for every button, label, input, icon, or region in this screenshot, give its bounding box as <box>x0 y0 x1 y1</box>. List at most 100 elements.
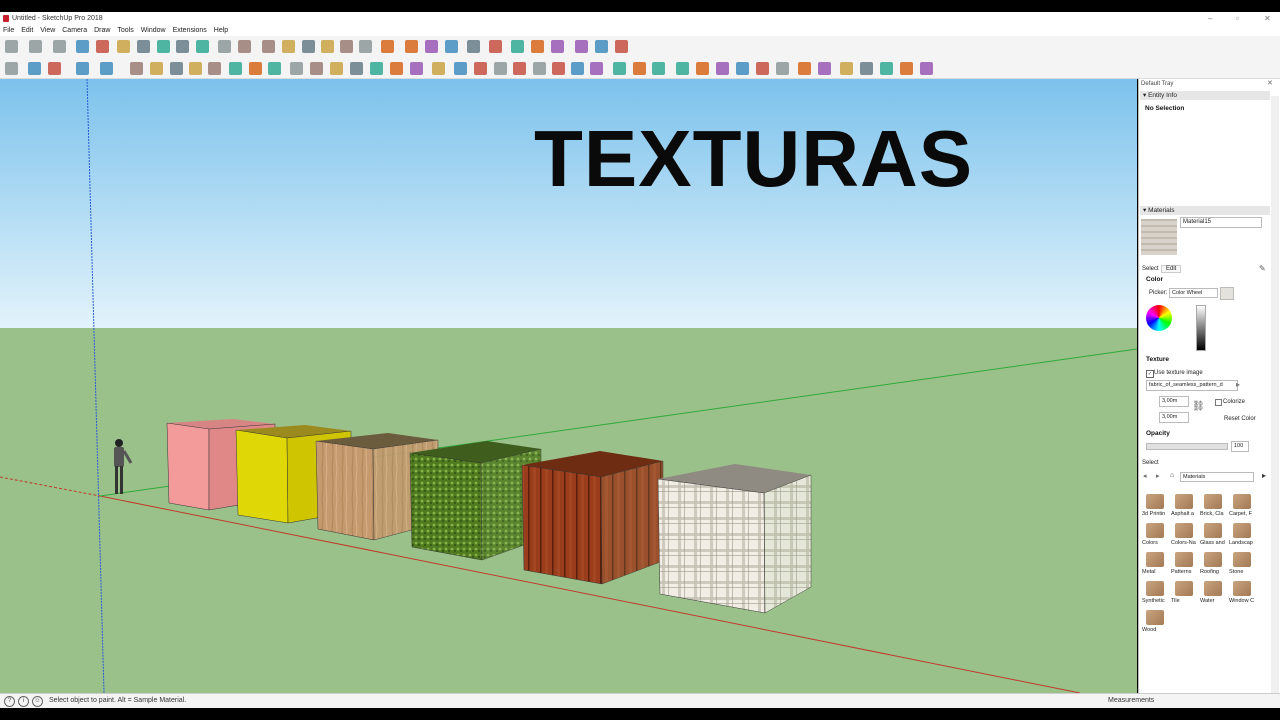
reset-color-button[interactable]: Reset Color <box>1224 416 1256 422</box>
color-swatch[interactable] <box>1220 287 1234 300</box>
toolbar-tool-r2-30-icon[interactable] <box>613 62 626 75</box>
menu-camera[interactable]: Camera <box>62 25 87 36</box>
toolbar-tool-r2-36-icon[interactable] <box>736 62 749 75</box>
toolbar-tool-r2-33-icon[interactable] <box>676 62 689 75</box>
toolbar-tool-r2-21-icon[interactable] <box>432 62 445 75</box>
brightness-slider[interactable] <box>1196 305 1206 351</box>
toolbar-tool-r2-28-icon[interactable] <box>571 62 584 75</box>
library-item[interactable]: Glass and <box>1199 522 1226 549</box>
toolbar-tool-r2-10-icon[interactable] <box>208 62 221 75</box>
toolbar-tool-23-icon[interactable] <box>467 40 480 53</box>
toolbar-tool-r2-23-icon[interactable] <box>474 62 487 75</box>
toolbar-tool-4-icon[interactable] <box>76 40 89 53</box>
toolbar-tool-r2-19-icon[interactable] <box>390 62 403 75</box>
forward-arrow-icon[interactable]: ▸ <box>1156 472 1160 480</box>
colorize-checkbox[interactable] <box>1215 399 1222 406</box>
texture-width-field[interactable]: 3,00m <box>1159 396 1189 407</box>
toolbar-tool-r2-29-icon[interactable] <box>590 62 603 75</box>
toolbar-tool-r2-41-icon[interactable] <box>840 62 853 75</box>
toolbar-tool-r2-35-icon[interactable] <box>716 62 729 75</box>
toolbar-tool-r2-45-icon[interactable] <box>920 62 933 75</box>
toolbar-tool-9-icon[interactable] <box>176 40 189 53</box>
toolbar-tool-29-icon[interactable] <box>595 40 608 53</box>
toolbar-tool-24-icon[interactable] <box>489 40 502 53</box>
menu-edit[interactable]: Edit <box>21 25 33 36</box>
opacity-slider[interactable] <box>1146 443 1228 450</box>
toolbar-tool-10-icon[interactable] <box>196 40 209 53</box>
library-item[interactable]: Colors-Na <box>1170 522 1197 549</box>
toolbar-tool-r2-12-icon[interactable] <box>249 62 262 75</box>
toolbar-tool-r2-42-icon[interactable] <box>860 62 873 75</box>
toolbar-tool-8-icon[interactable] <box>157 40 170 53</box>
link-aspect-icon[interactable]: ⛓ <box>1192 401 1205 412</box>
library-item[interactable]: Landscap <box>1228 522 1255 549</box>
toolbar-tool-12-icon[interactable] <box>238 40 251 53</box>
tab-edit[interactable]: Edit <box>1161 265 1182 273</box>
toolbar-tool-r2-44-icon[interactable] <box>900 62 913 75</box>
toolbar-tool-r2-1-icon[interactable] <box>5 62 18 75</box>
toolbar-tool-18-icon[interactable] <box>359 40 372 53</box>
toolbar-tool-28-icon[interactable] <box>575 40 588 53</box>
toolbar-tool-r2-9-icon[interactable] <box>189 62 202 75</box>
library-item[interactable]: Patterns <box>1170 551 1197 578</box>
toolbar-tool-5-icon[interactable] <box>96 40 109 53</box>
toolbar-tool-19-icon[interactable] <box>381 40 394 53</box>
modeling-viewport[interactable]: TEXTURAS <box>0 79 1137 693</box>
toolbar-tool-20-icon[interactable] <box>405 40 418 53</box>
toolbar-tool-r2-3-icon[interactable] <box>48 62 61 75</box>
toolbar-tool-r2-27-icon[interactable] <box>552 62 565 75</box>
library-item[interactable]: Carpet, F <box>1228 493 1255 520</box>
toolbar-tool-r2-39-icon[interactable] <box>798 62 811 75</box>
menu-window[interactable]: Window <box>141 25 166 36</box>
library-item[interactable]: Wood <box>1141 609 1168 636</box>
toolbar-tool-25-icon[interactable] <box>511 40 524 53</box>
library-item[interactable]: Synthetic <box>1141 580 1168 607</box>
toolbar-tool-r2-38-icon[interactable] <box>776 62 789 75</box>
toolbar-tool-r2-40-icon[interactable] <box>818 62 831 75</box>
toolbar-tool-r2-17-icon[interactable] <box>350 62 363 75</box>
back-arrow-icon[interactable]: ◂ <box>1143 472 1147 480</box>
menu-tools[interactable]: Tools <box>117 25 133 36</box>
toolbar-tool-21-icon[interactable] <box>425 40 438 53</box>
toolbar-tool-r2-6-icon[interactable] <box>130 62 143 75</box>
entity-info-header[interactable]: ▾ Entity Info <box>1140 91 1270 100</box>
toolbar-tool-r2-24-icon[interactable] <box>494 62 507 75</box>
toolbar-tool-r2-25-icon[interactable] <box>513 62 526 75</box>
home-icon[interactable]: ⌂ <box>1170 472 1174 479</box>
library-item[interactable]: Water <box>1199 580 1226 607</box>
toolbar-tool-26-icon[interactable] <box>531 40 544 53</box>
toolbar-tool-2-icon[interactable] <box>29 40 42 53</box>
toolbar-tool-3-icon[interactable] <box>53 40 66 53</box>
toolbar-tool-r2-26-icon[interactable] <box>533 62 546 75</box>
toolbar-tool-27-icon[interactable] <box>551 40 564 53</box>
toolbar-tool-30-icon[interactable] <box>615 40 628 53</box>
toolbar-tool-r2-14-icon[interactable] <box>290 62 303 75</box>
toolbar-tool-15-icon[interactable] <box>302 40 315 53</box>
details-arrow-icon[interactable]: ▸ <box>1262 471 1266 480</box>
toolbar-tool-16-icon[interactable] <box>321 40 334 53</box>
toolbar-tool-22-icon[interactable] <box>445 40 458 53</box>
library-item[interactable]: Colors <box>1141 522 1168 549</box>
toolbar-tool-6-icon[interactable] <box>117 40 130 53</box>
eyedropper-icon[interactable]: ✎ <box>1259 264 1266 273</box>
library-item[interactable]: 3d Printin <box>1141 493 1168 520</box>
toolbar-tool-r2-34-icon[interactable] <box>696 62 709 75</box>
toolbar-tool-r2-37-icon[interactable] <box>756 62 769 75</box>
toolbar-tool-r2-2-icon[interactable] <box>28 62 41 75</box>
use-texture-checkbox[interactable]: ✓ <box>1146 370 1154 378</box>
toolbar-tool-r2-8-icon[interactable] <box>170 62 183 75</box>
toolbar-tool-r2-7-icon[interactable] <box>150 62 163 75</box>
toolbar-tool-r2-16-icon[interactable] <box>330 62 343 75</box>
info-icon[interactable]: i <box>18 696 29 707</box>
toolbar-tool-r2-31-icon[interactable] <box>633 62 646 75</box>
close-icon[interactable]: ✕ <box>1264 14 1271 23</box>
toolbar-tool-13-icon[interactable] <box>262 40 275 53</box>
maximize-icon[interactable]: ▫ <box>1236 14 1239 23</box>
toolbar-tool-r2-5-icon[interactable] <box>100 62 113 75</box>
collection-select[interactable]: Materials <box>1180 472 1254 482</box>
toolbar-tool-r2-20-icon[interactable] <box>410 62 423 75</box>
library-item[interactable]: Tile <box>1170 580 1197 607</box>
tray-close-icon[interactable]: ✕ <box>1267 79 1273 87</box>
menu-view[interactable]: View <box>40 25 55 36</box>
menu-file[interactable]: File <box>3 25 14 36</box>
